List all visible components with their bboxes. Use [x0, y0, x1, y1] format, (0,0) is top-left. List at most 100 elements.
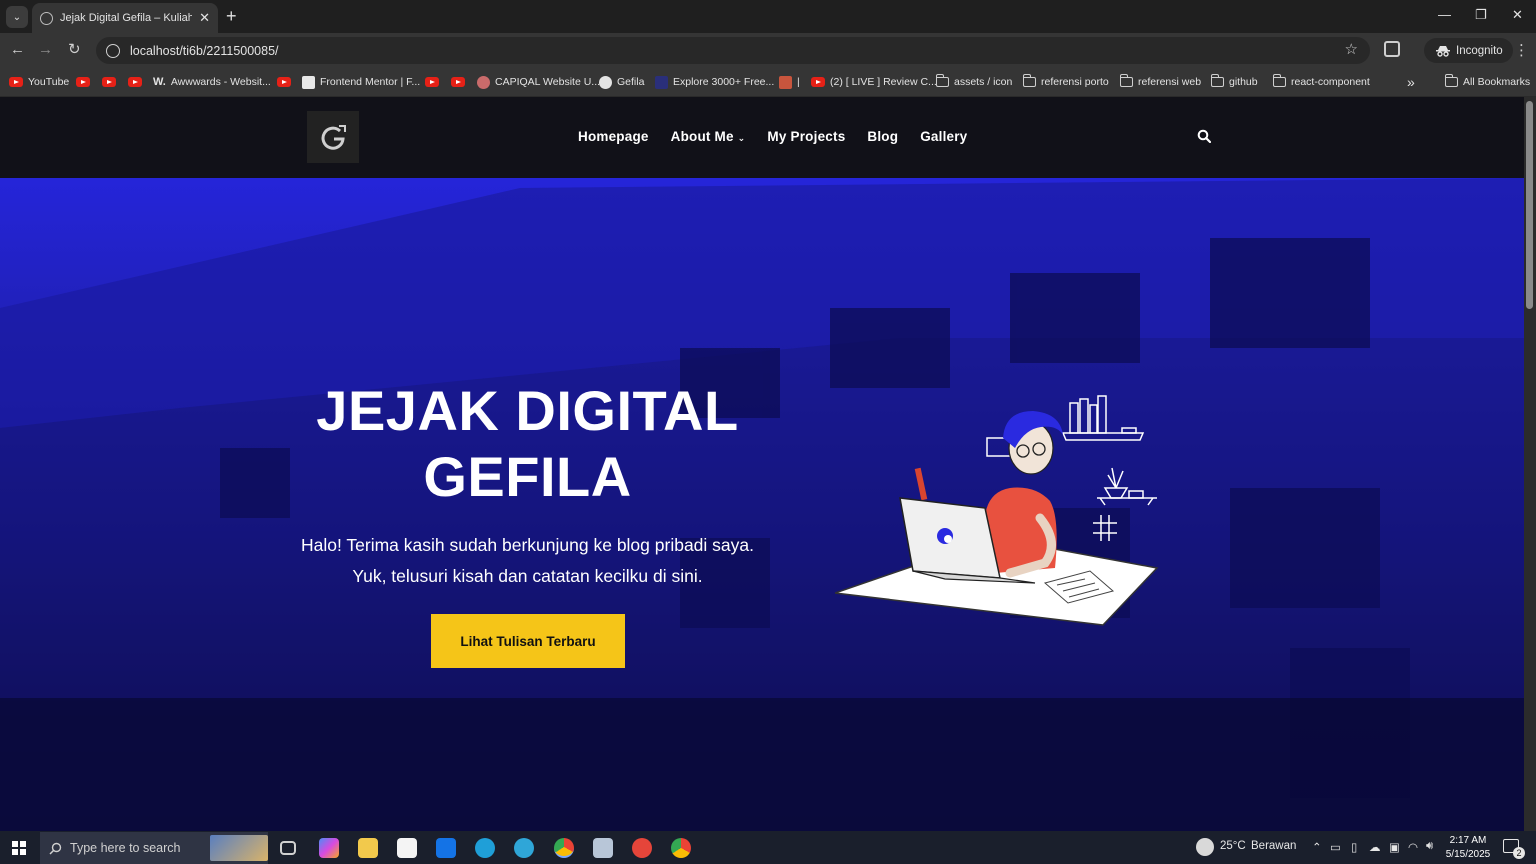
- scrollbar-thumb[interactable]: [1526, 101, 1533, 309]
- youtube-icon: [76, 77, 90, 87]
- bookmark-gefila[interactable]: Gefila: [599, 74, 644, 90]
- bookmark-folder-github[interactable]: github: [1210, 74, 1258, 90]
- bookmarks-bar: YouTube W. Awwwards - Websit... Frontend …: [0, 68, 1536, 97]
- hero-section: JEJAK DIGITAL GEFILA Halo! Terima kasih …: [0, 178, 1524, 831]
- microsoft-store-icon[interactable]: [397, 838, 417, 858]
- back-arrow-icon[interactable]: ←: [10, 41, 25, 59]
- windows-start-icon[interactable]: [12, 841, 26, 855]
- minimize-button[interactable]: —: [1438, 7, 1451, 22]
- nav-about-me[interactable]: About Me ⌄: [671, 129, 746, 144]
- address-bar[interactable]: localhost/ti6b/2211500085/ ☆: [96, 37, 1370, 64]
- taskbar-search-box[interactable]: Type here to search: [40, 832, 268, 864]
- copilot-icon[interactable]: [319, 838, 339, 858]
- folder-icon: [1444, 74, 1458, 87]
- outlook-icon[interactable]: [436, 838, 456, 858]
- folder-icon: [1022, 74, 1036, 87]
- nav-homepage[interactable]: Homepage: [578, 129, 649, 144]
- weather-temperature[interactable]: 25°C: [1220, 840, 1246, 852]
- file-explorer-icon[interactable]: [358, 838, 378, 858]
- bookmark-live-review[interactable]: (2) [ LIVE ] Review C...: [811, 74, 937, 90]
- tray-battery-icon[interactable]: ▯: [1351, 840, 1357, 854]
- page-scrollbar[interactable]: [1524, 97, 1536, 831]
- bookmarks-overflow-icon[interactable]: »: [1407, 74, 1415, 90]
- bookmark-youtube-6[interactable]: [425, 74, 439, 90]
- incognito-badge[interactable]: Incognito: [1424, 38, 1513, 63]
- bookmark-youtube[interactable]: YouTube: [9, 74, 69, 90]
- bookmark-app[interactable]: |: [779, 74, 800, 90]
- bookmark-explore[interactable]: Explore 3000+ Free...: [655, 74, 774, 90]
- website-viewport: Homepage About Me ⌄ My Projects Blog Gal…: [0, 97, 1524, 831]
- bookmark-frontend-mentor[interactable]: Frontend Mentor | F...: [302, 74, 420, 90]
- youtube-icon: [128, 77, 142, 87]
- bookmark-youtube-7[interactable]: [451, 74, 465, 90]
- new-tab-button[interactable]: +: [226, 6, 237, 26]
- nav-gallery[interactable]: Gallery: [920, 129, 967, 144]
- close-tab-icon[interactable]: ✕: [199, 10, 210, 26]
- tray-onedrive-icon[interactable]: ☁: [1369, 840, 1381, 854]
- ui-icon: [655, 75, 668, 89]
- weather-description[interactable]: Berawan: [1251, 840, 1296, 852]
- frontendmentor-icon: [302, 75, 315, 89]
- bookmark-folder-referensi-web[interactable]: referensi web: [1119, 74, 1201, 90]
- site-info-icon[interactable]: [106, 43, 120, 58]
- bookmark-folder-assets[interactable]: assets / icon: [935, 74, 1012, 90]
- chevron-down-icon: ⌄: [737, 133, 746, 143]
- globe-icon: [40, 11, 53, 25]
- edge-icon[interactable]: [475, 838, 495, 858]
- bookmark-youtube-4[interactable]: [128, 74, 142, 90]
- taskbar-search-placeholder: Type here to search: [70, 841, 181, 855]
- browser-tab-strip: ⌄ Jejak Digital Gefila – Kuliah, kar ✕ +…: [0, 0, 1536, 33]
- folder-icon: [1119, 74, 1133, 87]
- extensions-icon[interactable]: [1384, 41, 1400, 57]
- weather-cloud-icon[interactable]: [1196, 838, 1214, 856]
- tray-chevron-up-icon[interactable]: ⌃: [1312, 840, 1322, 854]
- maximize-button[interactable]: ❐: [1475, 7, 1487, 23]
- site-logo[interactable]: [307, 111, 359, 163]
- incognito-icon: [1436, 45, 1450, 57]
- chrome-icon[interactable]: [554, 838, 574, 858]
- site-header: Homepage About Me ⌄ My Projects Blog Gal…: [0, 97, 1524, 178]
- bookmark-youtube-3[interactable]: [102, 74, 116, 90]
- search-highlight-image: [210, 835, 268, 861]
- hero-subtitle: Halo! Terima kasih sudah berkunjung ke b…: [300, 535, 754, 586]
- close-window-button[interactable]: ✕: [1512, 7, 1523, 23]
- wifi-icon[interactable]: ◠: [1408, 840, 1418, 854]
- folder-icon: [1210, 74, 1224, 87]
- taskbar-clock[interactable]: 2:17 AM 5/15/2025: [1444, 834, 1492, 862]
- reload-icon[interactable]: ↻: [68, 41, 81, 59]
- tab-search-icon[interactable]: ⌄: [6, 6, 28, 28]
- latest-posts-button[interactable]: Lihat Tulisan Terbaru: [431, 614, 625, 668]
- windows-taskbar: Type here to search 25°C Berawan ⌃ ▭ ▯ ☁…: [0, 831, 1536, 864]
- wps-office-icon[interactable]: [632, 838, 652, 858]
- bookmark-folder-referensi-porto[interactable]: referensi porto: [1022, 74, 1109, 90]
- bookmark-folder-react-component[interactable]: react-component: [1272, 74, 1370, 90]
- bookmark-youtube-5[interactable]: [277, 74, 291, 90]
- menu-kebab-icon[interactable]: ⋮: [1514, 41, 1529, 59]
- bookmark-star-icon[interactable]: ☆: [1345, 40, 1358, 58]
- youtube-icon: [9, 77, 23, 87]
- youtube-icon: [425, 77, 439, 87]
- tray-display-icon[interactable]: ▣: [1389, 840, 1400, 854]
- tray-device-icon[interactable]: ▭: [1330, 840, 1341, 854]
- search-icon: [49, 842, 62, 855]
- nav-blog[interactable]: Blog: [867, 129, 898, 144]
- bookmark-awwwards[interactable]: W. Awwwards - Websit...: [153, 74, 271, 90]
- bookmark-capiqal[interactable]: CAPIQAL Website U...: [477, 74, 600, 90]
- search-icon[interactable]: [1197, 129, 1211, 143]
- notification-count-badge: 2: [1513, 847, 1525, 859]
- forward-arrow-icon[interactable]: →: [38, 41, 53, 59]
- incognito-label: Incognito: [1456, 44, 1503, 57]
- browser-tab[interactable]: Jejak Digital Gefila – Kuliah, kar ✕: [32, 3, 218, 33]
- youtube-icon: [811, 77, 825, 87]
- bookmark-youtube-2[interactable]: [76, 74, 90, 90]
- youtube-icon: [451, 77, 465, 87]
- nav-my-projects[interactable]: My Projects: [767, 129, 845, 144]
- vscode-icon[interactable]: [514, 838, 534, 858]
- url-text[interactable]: localhost/ti6b/2211500085/: [130, 44, 279, 58]
- clock-date: 5/15/2025: [1445, 849, 1491, 860]
- task-view-icon[interactable]: [280, 841, 296, 855]
- notes-app-icon[interactable]: [593, 838, 613, 858]
- volume-icon[interactable]: 🔊︎: [1426, 840, 1433, 853]
- chrome-profile-icon[interactable]: [671, 838, 691, 858]
- all-bookmarks-button[interactable]: All Bookmarks: [1444, 74, 1530, 90]
